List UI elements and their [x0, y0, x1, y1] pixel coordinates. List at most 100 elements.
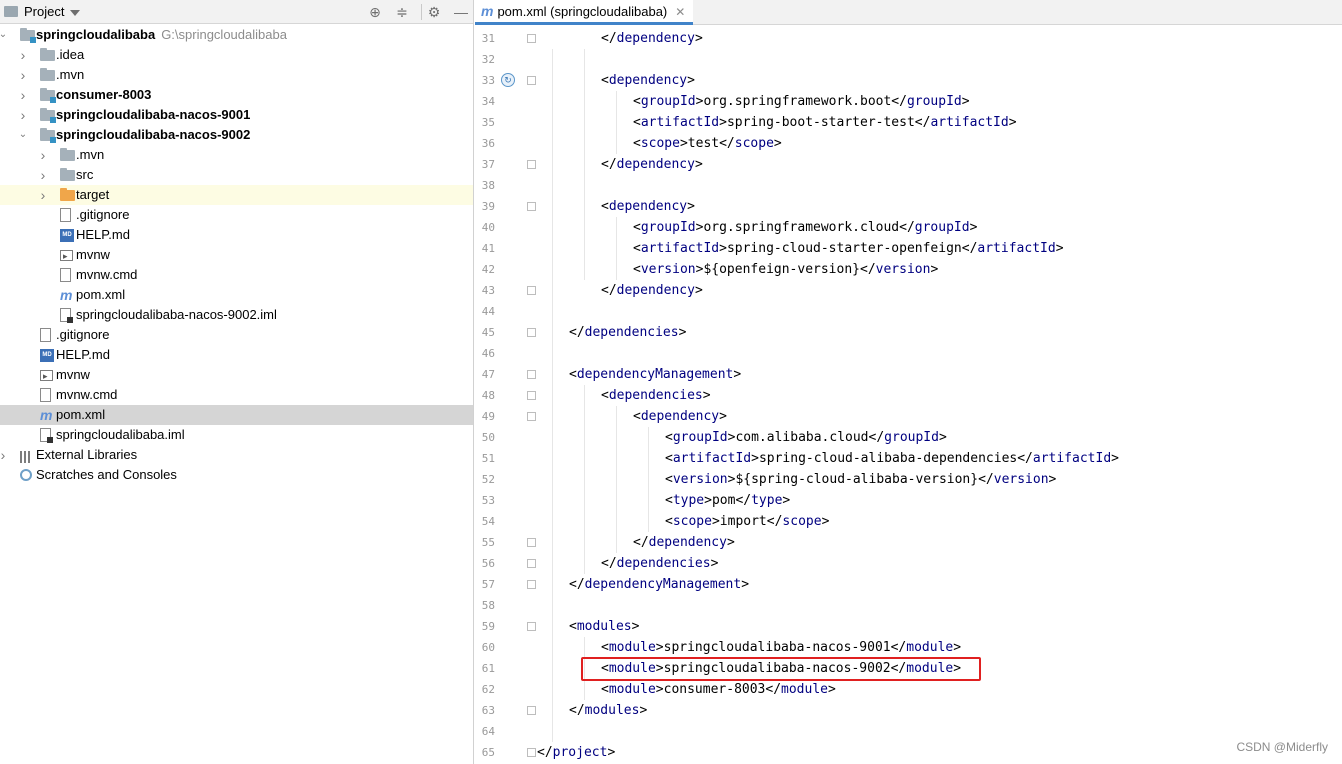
fold-marker-icon[interactable]: [527, 580, 536, 589]
fold-marker-icon[interactable]: [527, 748, 536, 757]
project-tool-window: Project ⊕ ≑ ⚙ — ⌄ springcloudalibaba G:\sp…: [0, 0, 474, 764]
libraries-icon: [20, 449, 36, 463]
fold-marker-icon[interactable]: [527, 391, 536, 400]
line-number: 43: [481, 284, 495, 297]
tree-item[interactable]: › springcloudalibaba-nacos-9001: [0, 105, 473, 125]
module-folder-icon: [40, 88, 56, 103]
tree-item-text: springcloudalibaba-nacos-9001: [56, 107, 251, 122]
fold-marker-icon[interactable]: [527, 76, 536, 85]
tree-item-label: springcloudalibaba.iml: [56, 425, 185, 445]
code-area[interactable]: </dependency> <dependency> <groupId>org.sp…: [537, 25, 1342, 764]
minimize-icon[interactable]: —: [452, 3, 470, 21]
tree-item[interactable]: m pom.xml: [0, 405, 473, 425]
fold-marker-icon[interactable]: [527, 538, 536, 547]
indent-guide: [648, 427, 649, 532]
fold-marker-icon[interactable]: [527, 328, 536, 337]
iml-file-icon: [60, 308, 73, 323]
code-line: </dependencyManagement>: [569, 577, 750, 592]
tree-item-text: target: [76, 187, 110, 202]
tree-item-text: .gitignore: [56, 327, 110, 342]
chevron-right-icon[interactable]: ›: [38, 165, 48, 185]
tree-item[interactable]: mvnw.cmd: [0, 265, 473, 285]
chevron-down-icon[interactable]: ⌄: [0, 25, 8, 45]
fold-marker-icon[interactable]: [527, 622, 536, 631]
tree-item[interactable]: .gitignore: [0, 325, 473, 345]
fold-marker-icon[interactable]: [527, 706, 536, 715]
project-toolbar: Project ⊕ ≑ ⚙ —: [0, 0, 473, 24]
fold-marker-icon[interactable]: [527, 202, 536, 211]
tree-item-text: .mvn: [76, 147, 105, 162]
line-number: 55: [481, 536, 495, 549]
line-number: 58: [481, 599, 495, 612]
tree-item-text: .idea: [56, 47, 85, 62]
folder-icon: [40, 68, 55, 81]
fold-marker-icon[interactable]: [527, 34, 536, 43]
project-view-selector[interactable]: Project: [4, 4, 81, 19]
line-number: 52: [481, 473, 495, 486]
chevron-right-icon[interactable]: ›: [18, 45, 28, 65]
tab-pom-xml[interactable]: m pom.xml (springcloudalibaba) ✕: [475, 0, 694, 25]
line-number: 54: [481, 515, 495, 528]
tree-item-text: mvnw: [76, 247, 110, 262]
tree-item[interactable]: › .mvn: [0, 65, 473, 85]
indent-guide: [616, 217, 617, 280]
tree-item-label: pom.xml: [76, 285, 125, 305]
chevron-right-icon[interactable]: ›: [18, 85, 28, 105]
tree-item-label: consumer-8003: [56, 85, 151, 105]
tree-item-label: mvnw.cmd: [56, 385, 117, 405]
chevron-right-icon[interactable]: ›: [18, 65, 28, 85]
close-icon[interactable]: ✕: [675, 5, 685, 19]
tree-item[interactable]: › target: [0, 185, 473, 205]
tree-item[interactable]: ⌄ springcloudalibaba-nacos-9002: [0, 125, 473, 145]
fold-marker-icon[interactable]: [527, 559, 536, 568]
code-line: </dependencies>: [569, 325, 687, 340]
tree-item[interactable]: › .idea: [0, 45, 473, 65]
chevron-right-icon[interactable]: ›: [38, 145, 48, 165]
tree-item[interactable]: › External Libraries: [0, 445, 473, 465]
fold-marker-icon[interactable]: [527, 286, 536, 295]
line-number: 53: [481, 494, 495, 507]
collapse-all-icon[interactable]: ≑: [393, 3, 411, 21]
chevron-right-icon[interactable]: ›: [0, 445, 8, 465]
tree-item[interactable]: › consumer-8003: [0, 85, 473, 105]
chevron-right-icon[interactable]: ›: [18, 105, 28, 125]
chevron-right-icon[interactable]: ›: [38, 185, 48, 205]
text-file-icon: [40, 388, 51, 402]
tree-item[interactable]: mvnw: [0, 245, 473, 266]
tree-item[interactable]: m pom.xml: [0, 285, 473, 305]
tree-item[interactable]: MD HELP.md: [0, 225, 473, 245]
gear-icon[interactable]: ⚙: [425, 3, 443, 21]
project-path: G:\springcloudalibaba: [161, 27, 287, 42]
line-number: 51: [481, 452, 495, 465]
chevron-down-icon[interactable]: ⌄: [18, 125, 28, 145]
tree-item[interactable]: › .mvn: [0, 145, 473, 165]
tree-item-label: pom.xml: [56, 405, 105, 425]
fold-marker-icon[interactable]: [527, 370, 536, 379]
fold-marker-icon[interactable]: [527, 412, 536, 421]
shell-script-icon: [40, 366, 53, 386]
tree-item[interactable]: springcloudalibaba.iml: [0, 425, 473, 445]
tree-item[interactable]: .gitignore: [0, 205, 473, 225]
text-file-icon: [60, 268, 71, 282]
locate-file-icon[interactable]: ⊕: [366, 3, 384, 21]
line-number: 60: [481, 641, 495, 654]
tree-item[interactable]: mvnw.cmd: [0, 385, 473, 405]
tree-item[interactable]: Scratches and Consoles: [0, 465, 473, 485]
line-number: 44: [481, 305, 495, 318]
tree-item-text: springcloudalibaba.iml: [56, 427, 185, 442]
code-line: <scope>import</scope>: [665, 514, 830, 529]
fold-marker-icon[interactable]: [527, 160, 536, 169]
tree-item[interactable]: MD HELP.md: [0, 345, 473, 365]
line-number: 48: [481, 389, 495, 402]
tree-item[interactable]: springcloudalibaba-nacos-9002.iml: [0, 305, 473, 325]
gitignore-file-icon: [40, 328, 51, 342]
tree-item[interactable]: ⌄ springcloudalibaba G:\springcloudalibaba: [0, 25, 473, 45]
code-line: <scope>test</scope>: [633, 136, 782, 151]
tree-item[interactable]: mvnw: [0, 365, 473, 386]
maven-update-icon[interactable]: ↻: [501, 73, 515, 87]
iml-file-icon: [40, 428, 53, 443]
markdown-file-icon: MD: [60, 229, 74, 242]
code-line: <dependency>: [601, 199, 695, 214]
tree-item-label: target: [76, 185, 109, 205]
tree-item[interactable]: › src: [0, 165, 473, 185]
